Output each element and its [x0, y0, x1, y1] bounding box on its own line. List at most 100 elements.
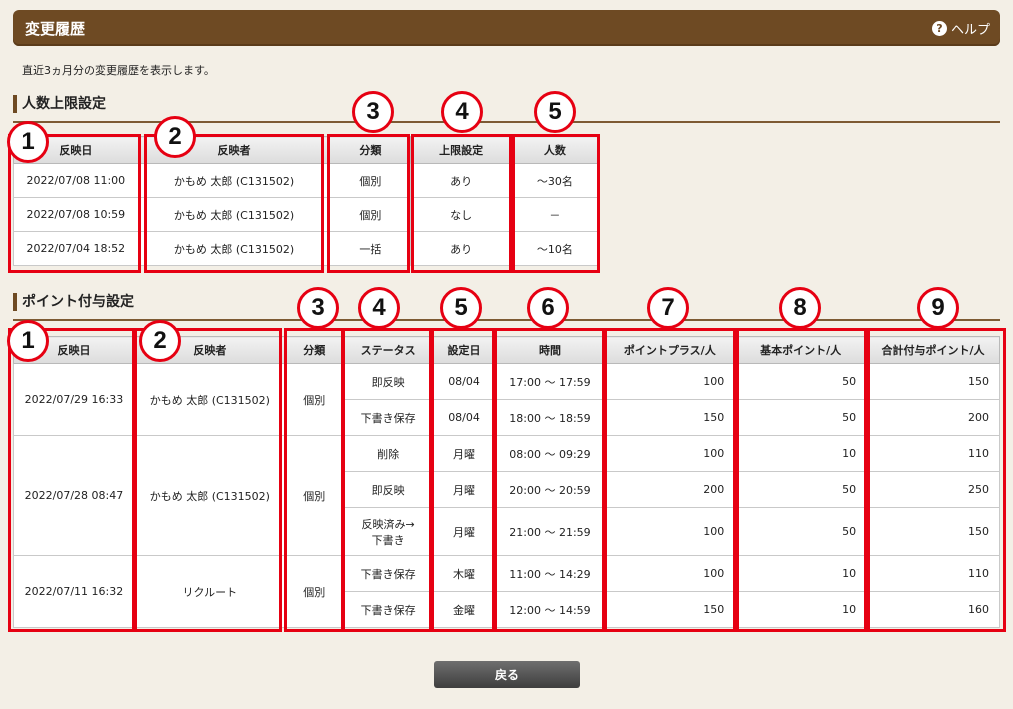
table-cell: 21:00 ～ 21:59: [494, 507, 606, 556]
table-cell: 10: [734, 555, 868, 592]
annotation-number-marker: 1: [7, 320, 49, 362]
table-cell: 150: [604, 399, 736, 436]
table-cell: 下書き保存: [342, 399, 434, 436]
table-cell: 個別: [329, 197, 412, 232]
table-cell: 個別: [284, 363, 344, 436]
annotation-number-marker: 3: [352, 91, 394, 133]
help-icon: ?: [931, 21, 947, 36]
table-cell: 月曜: [432, 435, 496, 472]
table-cell: かもめ 太郎 (C131502): [137, 197, 331, 232]
table-cell: 2022/07/28 08:47: [13, 435, 135, 556]
table-cell: 2022/07/08 10:59: [13, 197, 139, 232]
column-header: 分類: [329, 136, 412, 164]
annotation-number-marker: 6: [527, 287, 569, 329]
table-row: 2022/07/04 18:52 かもめ 太郎 (C131502) 一括 あり ～10名: [13, 231, 600, 266]
points-section-title: ポイント付与設定: [13, 293, 134, 311]
table-row: 2022/07/08 11:00 かもめ 太郎 (C131502) 個別 あり ～30名: [13, 163, 600, 198]
table-cell: 月曜: [432, 471, 496, 508]
table-cell: 個別: [284, 555, 344, 628]
table-cell: 200: [604, 471, 736, 508]
annotation-number-marker: 1: [7, 121, 49, 163]
annotation-number-marker: 2: [154, 116, 196, 158]
table-cell: 個別: [284, 435, 344, 556]
annotation-number-marker: 4: [441, 91, 483, 133]
annotation-number-marker: 9: [917, 287, 959, 329]
table-cell: 2022/07/29 16:33: [13, 363, 135, 436]
table-cell: 即反映: [342, 363, 434, 400]
table-cell: リクルート: [133, 555, 286, 628]
column-header: 合計付与ポイント/人: [866, 336, 1000, 364]
table-cell: 月曜: [432, 507, 496, 556]
table-cell: かもめ 太郎 (C131502): [133, 435, 286, 556]
table-cell: 削除: [342, 435, 434, 472]
table-cell: 160: [866, 591, 1000, 628]
help-label: ヘルプ: [950, 23, 990, 38]
table-row: 2022/07/28 08:47 かもめ 太郎 (C131502) 個別 削除 月曜 08…: [13, 435, 1000, 556]
table-cell: 10: [734, 591, 868, 628]
table-cell: 50: [734, 363, 868, 400]
table-cell: かもめ 太郎 (C131502): [137, 163, 331, 198]
table-cell: 150: [604, 591, 736, 628]
column-header: ステータス: [342, 336, 434, 364]
annotation-number-marker: 5: [534, 91, 576, 133]
table-cell: 08:00 ～ 09:29: [494, 435, 606, 472]
page-header: 変更履歴 ? ヘルプ: [13, 10, 1000, 46]
table-cell: 50: [734, 507, 868, 556]
column-header: 人数: [510, 136, 600, 164]
table-cell: 100: [604, 555, 736, 592]
annotation-number-marker: 8: [779, 287, 821, 329]
help-link[interactable]: ? ヘルプ: [931, 19, 990, 38]
table-cell: 100: [604, 363, 736, 400]
table-cell: 100: [604, 507, 736, 556]
table-row: 2022/07/08 10:59 かもめ 太郎 (C131502) 個別 なし－: [13, 197, 600, 232]
page-title: 変更履歴: [25, 20, 86, 38]
table-cell: 反映済み→ 下書き: [342, 507, 434, 556]
table-cell: 一括: [329, 231, 412, 266]
column-header: 設定日: [432, 336, 496, 364]
table-cell: 金曜: [432, 591, 496, 628]
table-cell: 12:00 ～ 14:59: [494, 591, 606, 628]
table-cell: かもめ 太郎 (C131502): [133, 363, 286, 436]
table-cell: 17:00 ～ 17:59: [494, 363, 606, 400]
annotation-number-marker: 2: [139, 320, 181, 362]
table-cell: 下書き保存: [342, 555, 434, 592]
table-row: 2022/07/29 16:33 かもめ 太郎 (C131502) 個別 即反映 08/…: [13, 363, 1000, 436]
table-cell: 11:00 ～ 14:29: [494, 555, 606, 592]
table-cell: 即反映: [342, 471, 434, 508]
column-header: 時間: [494, 336, 606, 364]
column-header: 基本ポイント/人: [734, 336, 868, 364]
table-cell: 2022/07/08 11:00: [13, 163, 139, 198]
table-cell: あり: [410, 231, 512, 266]
table-cell: －: [510, 197, 600, 232]
table-cell: 個別: [329, 163, 412, 198]
table-cell: ～10名: [510, 231, 600, 266]
table-cell: かもめ 太郎 (C131502): [137, 231, 331, 266]
table-cell: 08/04: [432, 399, 496, 436]
table-cell: あり: [410, 163, 512, 198]
table-cell: 50: [734, 399, 868, 436]
table-cell: 50: [734, 471, 868, 508]
annotation-number-marker: 4: [358, 287, 400, 329]
table-cell: 250: [866, 471, 1000, 508]
capacity-section-title: 人数上限設定: [13, 95, 106, 113]
table-cell: 10: [734, 435, 868, 472]
table-cell: 2022/07/11 16:32: [13, 555, 135, 628]
table-cell: ～30名: [510, 163, 600, 198]
table-cell: 08/04: [432, 363, 496, 400]
back-button[interactable]: 戻る: [434, 661, 580, 688]
table-cell: 下書き保存: [342, 591, 434, 628]
column-header: 分類: [284, 336, 344, 364]
annotation-number-marker: 7: [647, 287, 689, 329]
table-cell: 110: [866, 435, 1000, 472]
table-cell: 110: [866, 555, 1000, 592]
capacity-history-table: 反映日 反映者 分類 上限設定 人数 2022/07/08 11:00 かもめ 太郎 (C…: [13, 136, 600, 266]
table-cell: 150: [866, 507, 1000, 556]
table-row: 2022/07/11 16:32 リクルート 個別 下書き保存 木曜 11:00 ～ 14…: [13, 555, 1000, 628]
table-cell: 150: [866, 363, 1000, 400]
table-cell: 20:00 ～ 20:59: [494, 471, 606, 508]
table-cell: 2022/07/04 18:52: [13, 231, 139, 266]
table-cell: 200: [866, 399, 1000, 436]
column-header: ポイントプラス/人: [604, 336, 736, 364]
page-description: 直近3ヵ月分の変更履歴を表示します。: [22, 64, 215, 77]
table-cell: なし: [410, 197, 512, 232]
